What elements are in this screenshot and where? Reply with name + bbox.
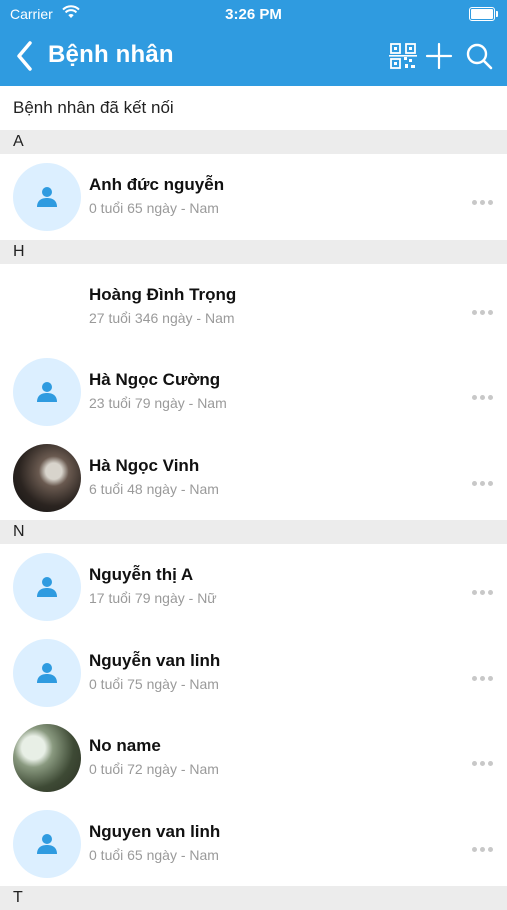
patient-gender: Nam [189,761,219,777]
patient-gender: Nam [189,675,219,692]
avatar [13,273,81,341]
avatar [13,163,81,231]
patient-age: 6 tuổi 48 ngày - [89,480,190,497]
section-header: H [0,239,507,264]
patient-row[interactable]: Nguyen van linh 0 tuổi 65 ngày - Nam [0,801,507,887]
avatar [13,724,81,792]
patient-row[interactable]: Anh đức nguyễn 0 tuổi 65 ngày - Nam [0,154,507,240]
more-options-icon[interactable] [472,753,496,766]
section-header: A [0,130,507,154]
page-title: Bệnh nhân [48,41,174,68]
patient-name: Nguyễn van linh [89,650,221,670]
more-options-icon[interactable] [472,473,496,486]
patient-meta: 0 tuổi 75 ngày - Nam [89,676,219,692]
person-icon [37,662,57,683]
patient-meta: 0 tuổi 65 ngày - Nam [89,200,219,216]
more-options-icon[interactable] [472,668,496,681]
patient-meta: 0 tuổi 72 ngày - Nam [89,761,219,777]
patient-row[interactable]: Hà Ngọc Cường 23 tuổi 79 ngày - Nam [0,349,507,435]
patient-name: Nguyen van linh [89,821,221,841]
more-options-icon[interactable] [472,302,496,315]
battery-icon [469,7,498,21]
qr-code-icon [389,43,417,69]
patient-name: Anh đức nguyễn [89,175,225,194]
patient-age: 27 tuổi 346 ngày - [89,309,205,326]
section-header: N [0,520,507,544]
status-time: 3:26 PM [225,6,282,23]
patient-age: 23 tuổi 79 ngày - [89,395,198,411]
patient-gender: Nam [189,200,219,216]
search-icon [466,43,493,70]
patient-gender: Nam [189,846,219,863]
more-options-icon[interactable] [472,192,496,205]
section-header: T [0,886,507,910]
patient-name: Nguyễn thị A [89,565,194,584]
person-icon [37,187,57,207]
patient-row[interactable]: Hoàng Đình Trọng 27 tuổi 346 ngày - Nam [0,264,507,350]
avatar [13,638,81,707]
more-options-icon[interactable] [472,387,496,400]
patient-meta: 17 tuổi 79 ngày - Nữ [89,590,217,606]
more-options-icon[interactable] [472,582,496,595]
avatar [13,443,81,512]
patient-age: 17 tuổi 79 ngày - [89,590,198,606]
patient-gender: Nam [189,480,219,497]
person-icon [37,577,57,597]
patient-meta: 27 tuổi 346 ngày - Nam [89,310,235,326]
patient-age: 0 tuổi 65 ngày - [89,846,190,863]
patient-name: Hà Ngọc Cường [89,370,221,389]
patient-age: 0 tuổi 72 ngày - [89,761,190,777]
patient-age: 0 tuổi 75 ngày - [89,675,190,692]
patient-meta: 6 tuổi 48 ngày - Nam [89,481,219,497]
patient-list: A Anh đức nguyễn 0 tuổi 65 ngày - Nam H Hoàn… [0,130,507,910]
patient-gender: Nam [197,395,227,411]
chevron-left-icon [17,41,32,71]
nav-bar: Bệnh nhân [0,28,507,86]
qr-scan-button[interactable] [389,42,417,70]
patient-gender: Nữ [197,590,217,606]
patient-row[interactable]: Nguyễn van linh 0 tuổi 75 ngày - Nam [0,630,507,716]
patient-name: Hoàng Đình Trọng [89,284,237,304]
person-icon [37,382,57,402]
avatar [13,553,81,621]
connected-patients-heading: Bệnh nhân đã kết nối [13,98,174,117]
patient-row[interactable]: Nguyễn thị A 17 tuổi 79 ngày - Nữ [0,544,507,630]
patient-gender: Nam [204,309,235,326]
add-patient-button[interactable] [425,42,453,70]
search-button[interactable] [465,42,493,70]
person-icon [37,833,57,854]
avatar [13,809,81,878]
back-button[interactable] [14,40,36,72]
patient-meta: 0 tuổi 65 ngày - Nam [89,847,219,863]
plus-icon [425,42,453,70]
status-bar: Carrier 3:26 PM [0,0,507,28]
app-header: Carrier 3:26 PM Bệnh nhân [0,0,507,86]
patient-age: 0 tuổi 65 ngày - [89,200,190,216]
patient-row[interactable]: Hà Ngọc Vinh 6 tuổi 48 ngày - Nam [0,435,507,521]
more-options-icon[interactable] [472,839,496,852]
patient-row[interactable]: No name 0 tuổi 72 ngày - Nam [0,715,507,801]
patient-meta: 23 tuổi 79 ngày - Nam [89,395,227,411]
patient-name: No name [89,736,161,755]
patient-name: Hà Ngọc Vinh [89,455,200,475]
avatar [13,358,81,426]
